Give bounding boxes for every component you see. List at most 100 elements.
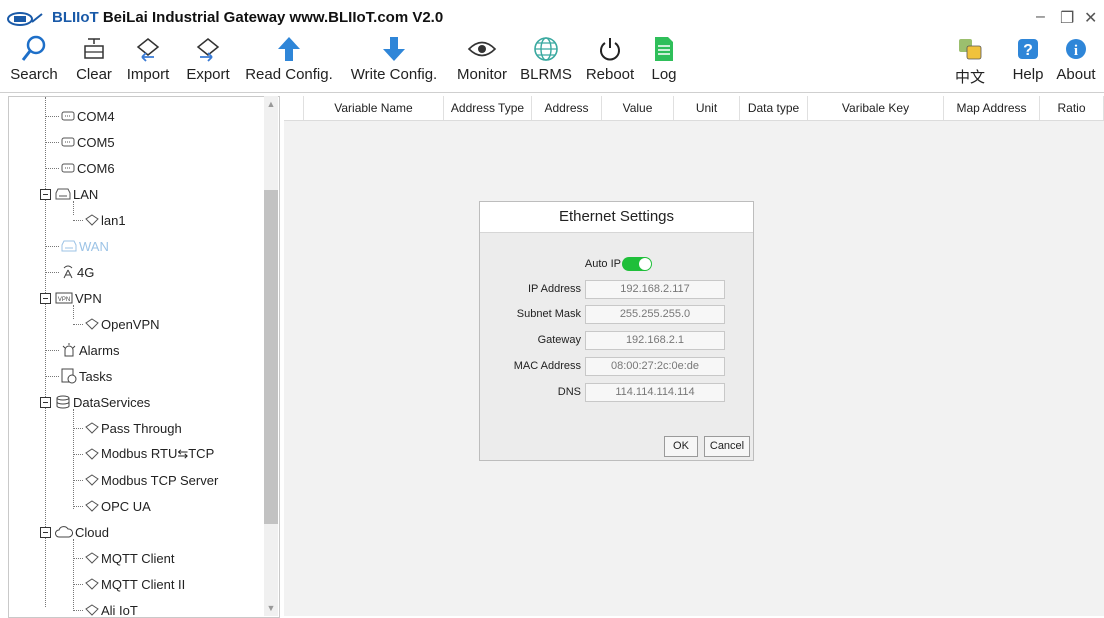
help-button[interactable]: ? Help — [1008, 34, 1048, 90]
log-document-icon — [647, 34, 681, 64]
about-button[interactable]: i About — [1052, 34, 1100, 90]
dns-label: DNS — [557, 386, 581, 398]
tree-item-lan[interactable]: LAN — [55, 183, 98, 205]
antenna-icon — [61, 265, 75, 279]
tree-item-wan[interactable]: WAN — [61, 235, 109, 257]
expand-dataservices-toggle[interactable] — [40, 397, 51, 408]
dialog-title: Ethernet Settings — [480, 202, 753, 233]
tasks-icon — [61, 368, 77, 384]
ethernet-settings-dialog: Ethernet Settings Auto IP IP Address 192… — [479, 201, 754, 461]
tree-item-pass-through[interactable]: Pass Through — [85, 417, 182, 439]
network-icon — [55, 187, 71, 201]
subnet-mask-row: Subnet Mask 255.255.255.0 — [480, 304, 753, 324]
tree-item-ali-iot[interactable]: Ali IoT — [85, 599, 138, 618]
auto-ip-label: Auto IP — [584, 258, 621, 270]
tree-item-mqtt-client-ii[interactable]: MQTT Client II — [85, 573, 185, 595]
tree-item-alarms[interactable]: Alarms — [61, 339, 119, 361]
import-label: Import — [126, 66, 170, 83]
tree-item-opc-ua[interactable]: OPC UA — [85, 495, 151, 517]
column-header[interactable]: Variable Name — [304, 96, 444, 120]
expand-cloud-toggle[interactable] — [40, 527, 51, 538]
clear-button[interactable]: Clear — [72, 34, 116, 90]
column-header[interactable]: Map Address — [944, 96, 1040, 120]
column-header[interactable]: Data type — [740, 96, 808, 120]
tree-item-label: Pass Through — [101, 420, 182, 436]
gateway-field[interactable]: 192.168.2.1 — [585, 330, 725, 350]
auto-ip-row: Auto IP — [480, 254, 753, 274]
monitor-button[interactable]: Monitor — [450, 34, 514, 90]
column-header[interactable]: Ratio — [1040, 96, 1104, 120]
export-button[interactable]: Export — [180, 34, 236, 90]
tree-item-tasks[interactable]: Tasks — [61, 365, 112, 387]
expand-vpn-toggle[interactable] — [40, 293, 51, 304]
restore-button[interactable]: ❐ — [1060, 8, 1074, 28]
node-icon — [85, 448, 99, 460]
write-config-label: Write Config. — [350, 66, 438, 83]
blrms-button[interactable]: BLRMS — [516, 34, 576, 90]
mac-address-field[interactable]: 08:00:27:2c:0e:de — [585, 356, 725, 376]
grid-row-header — [284, 96, 304, 120]
log-button[interactable]: Log — [646, 34, 682, 90]
tree-item-label: DataServices — [73, 394, 151, 410]
globe-icon — [529, 34, 563, 64]
gateway-label: Gateway — [537, 334, 581, 346]
search-button[interactable]: Search — [4, 34, 64, 90]
expand-lan-toggle[interactable] — [40, 189, 51, 200]
tree-item-com4[interactable]: COM4 — [61, 105, 115, 127]
svg-text:i: i — [1074, 43, 1078, 59]
tree-item-mqtt-client[interactable]: MQTT Client — [85, 547, 174, 569]
column-header[interactable]: Varibale Key — [808, 96, 944, 120]
column-header[interactable]: Address Type — [444, 96, 532, 120]
cloud-icon — [55, 525, 73, 539]
read-config-button[interactable]: Read Config. — [240, 34, 338, 90]
subnet-mask-field[interactable]: 255.255.255.0 — [585, 304, 725, 324]
vpn-icon: VPN — [55, 292, 73, 304]
import-icon — [131, 34, 165, 64]
tree-item-modbus-tcp-server[interactable]: Modbus TCP Server — [85, 469, 218, 491]
auto-ip-toggle[interactable] — [622, 257, 652, 271]
reboot-label: Reboot — [585, 66, 635, 83]
tree-item-com5[interactable]: COM5 — [61, 131, 115, 153]
close-button[interactable]: ✕ — [1084, 8, 1097, 28]
reboot-button[interactable]: Reboot — [580, 34, 640, 90]
dns-field[interactable]: 114.114.114.114 — [585, 382, 725, 402]
ip-address-row: IP Address 192.168.2.117 — [480, 279, 753, 299]
read-config-label: Read Config. — [245, 66, 333, 83]
tree-item-vpn[interactable]: VPN VPN — [55, 287, 102, 309]
mac-address-label: MAC Address — [513, 360, 581, 372]
ok-button[interactable]: OK — [664, 436, 698, 457]
tree-scrollbar-thumb[interactable] — [264, 190, 278, 524]
tree-item-lan1[interactable]: lan1 — [85, 209, 126, 231]
scroll-down-icon[interactable]: ▼ — [264, 601, 278, 615]
column-header[interactable]: Value — [602, 96, 674, 120]
tree-item-4g[interactable]: 4G — [61, 261, 94, 283]
upload-arrow-icon — [272, 34, 306, 64]
tree-item-label: COM4 — [77, 108, 115, 124]
import-button[interactable]: Import — [120, 34, 176, 90]
svg-text:VPN: VPN — [58, 297, 70, 303]
write-config-button[interactable]: Write Config. — [344, 34, 444, 90]
tree-item-label: 4G — [77, 264, 95, 280]
clear-label: Clear — [76, 66, 112, 83]
column-header[interactable]: Address — [532, 96, 602, 120]
scroll-up-icon[interactable]: ▲ — [264, 97, 278, 111]
variable-grid-header: Variable Name Address Type Address Value… — [284, 96, 1104, 121]
tree-item-cloud[interactable]: Cloud — [55, 521, 109, 543]
tree-item-dataservices[interactable]: DataServices — [55, 391, 150, 413]
tree-item-label: Ali IoT — [101, 602, 138, 618]
network-icon — [61, 239, 77, 253]
node-icon — [85, 552, 99, 564]
tree-item-modbus-rtu-tcp[interactable]: Modbus RTU⇆TCP — [85, 443, 214, 465]
ip-address-field[interactable]: 192.168.2.117 — [585, 279, 725, 299]
monitor-label: Monitor — [456, 66, 508, 83]
tree-item-openvpn[interactable]: OpenVPN — [85, 313, 160, 335]
node-icon — [85, 604, 99, 616]
column-header[interactable]: Unit — [674, 96, 740, 120]
tree-item-com6[interactable]: COM6 — [61, 157, 115, 179]
svg-text:?: ? — [1023, 42, 1033, 59]
brand-name: BLIIoT — [52, 9, 99, 26]
minimize-button[interactable]: – — [1036, 8, 1045, 26]
cancel-button[interactable]: Cancel — [704, 436, 750, 457]
power-icon — [593, 34, 627, 64]
language-button[interactable]: 中文 — [954, 34, 986, 90]
